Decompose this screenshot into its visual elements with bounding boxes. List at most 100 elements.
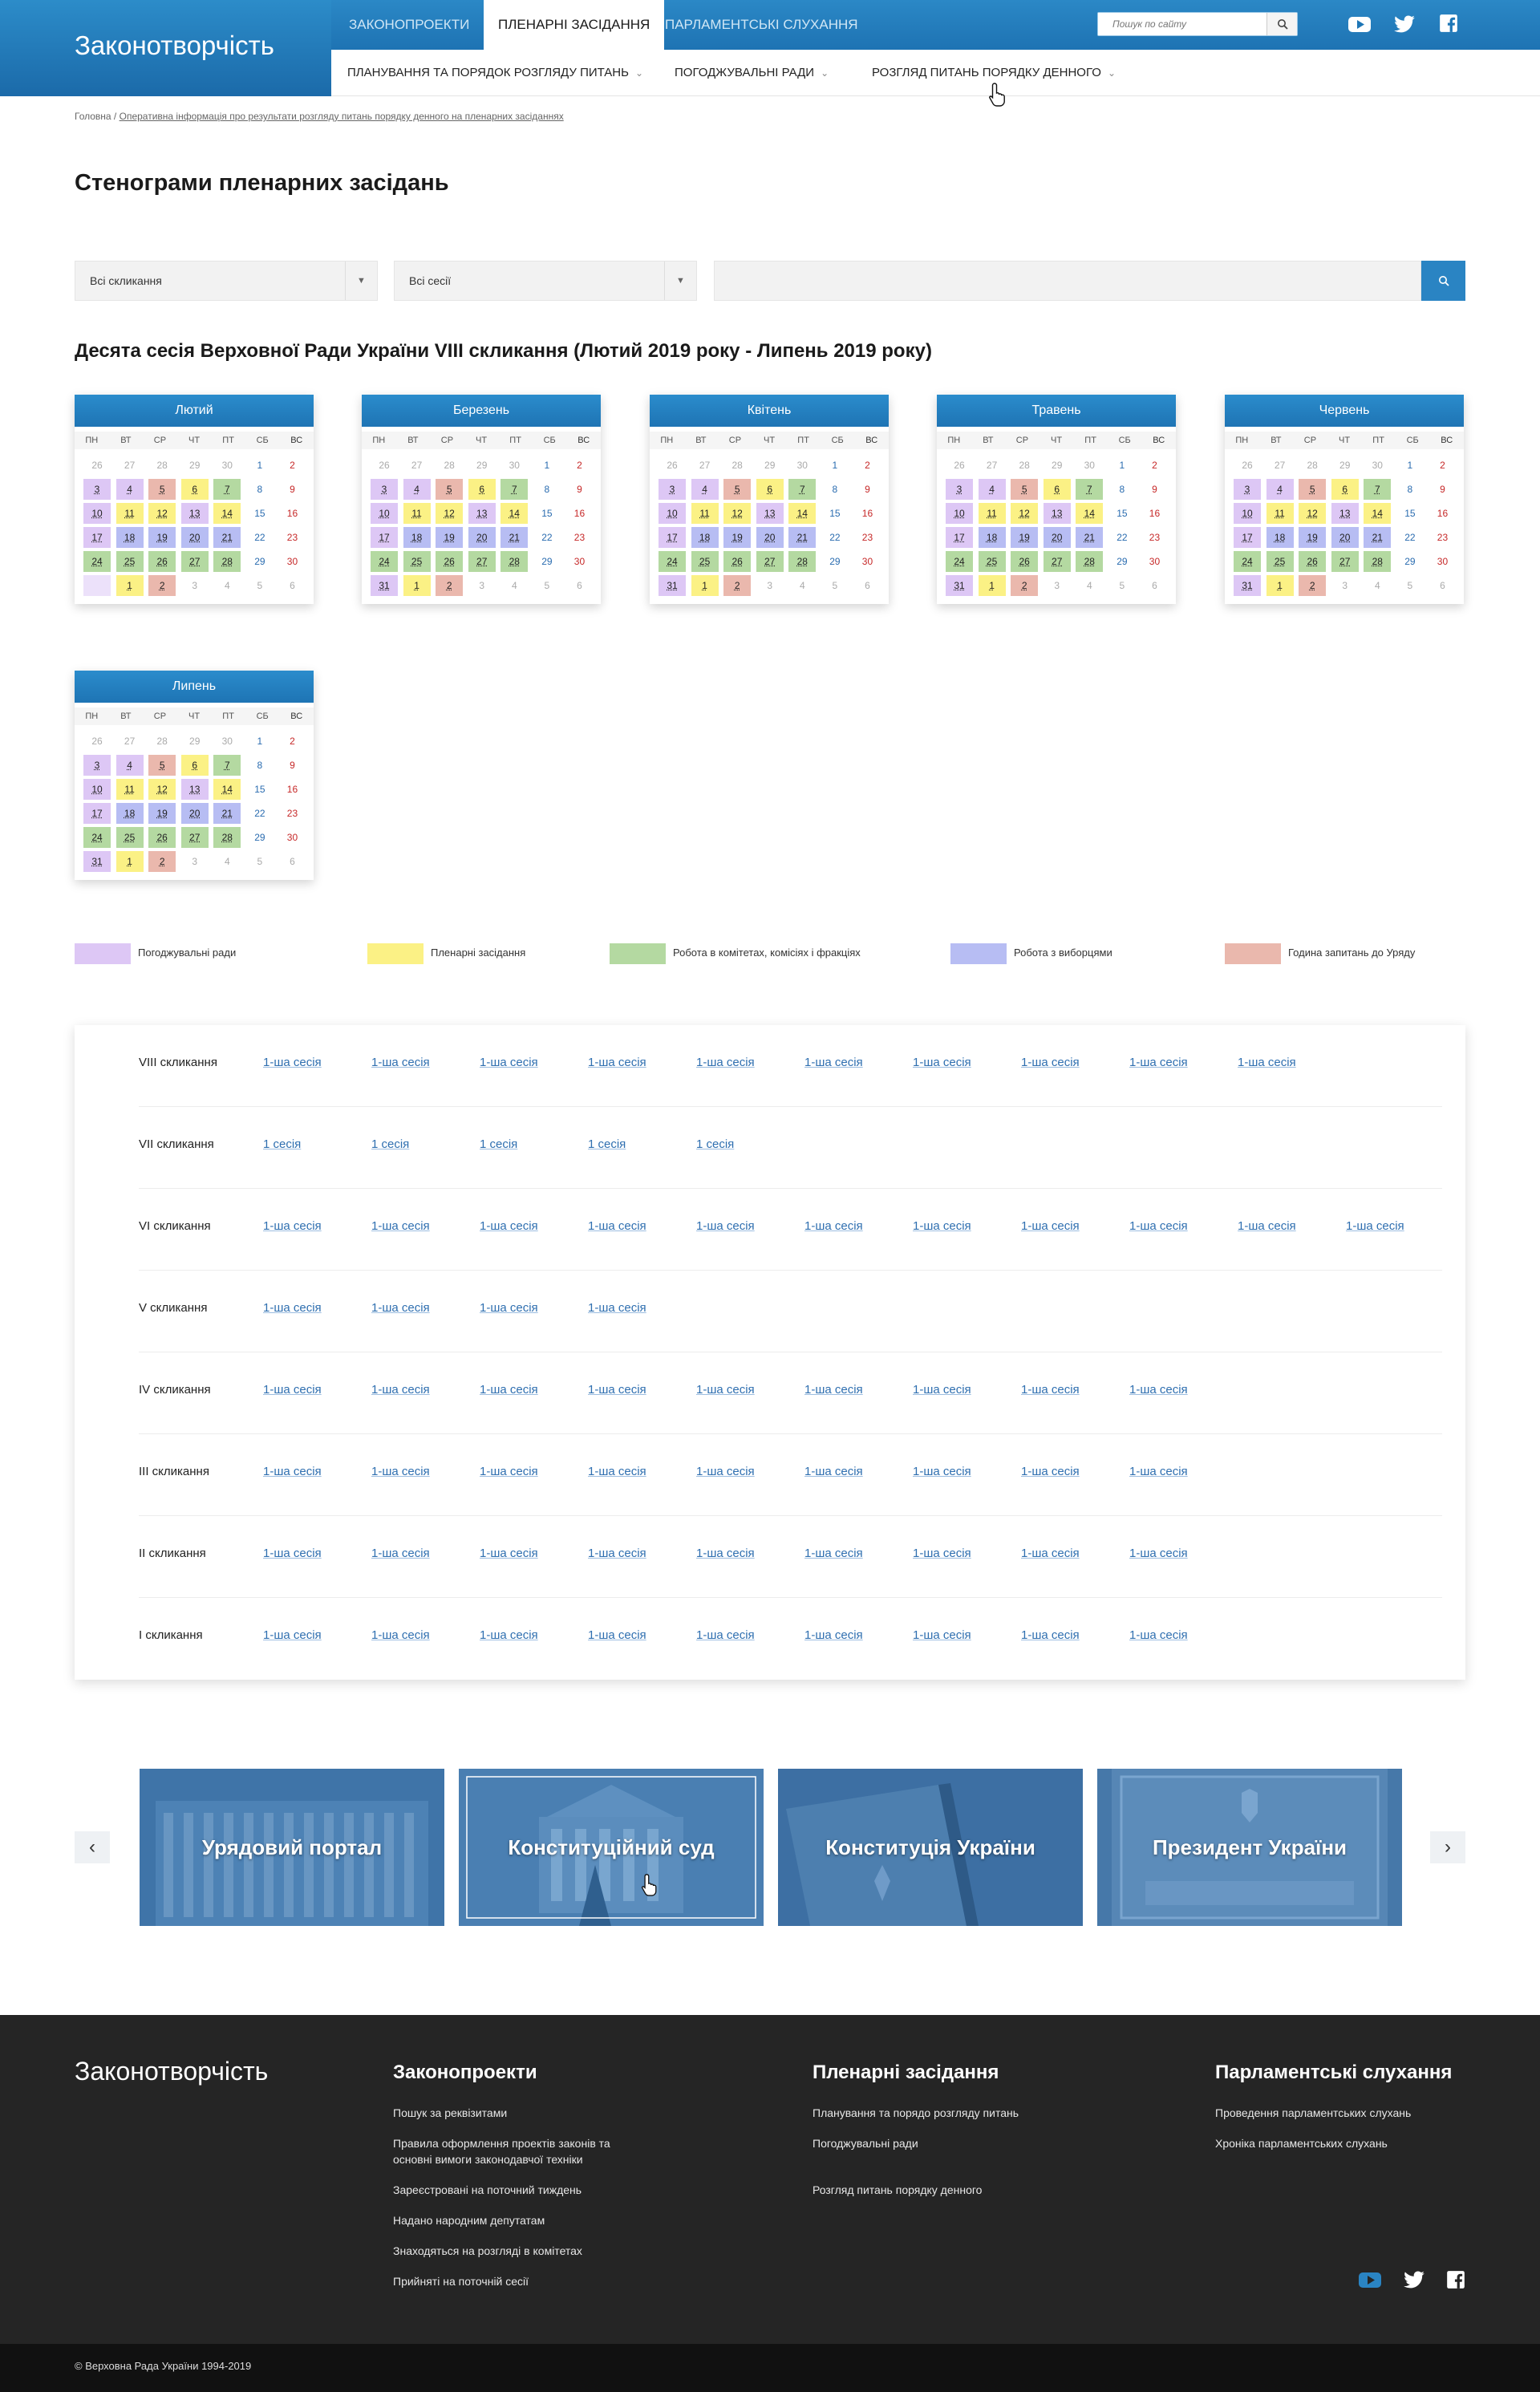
calendar-day[interactable]: 2 xyxy=(721,574,754,598)
calendar-day[interactable]: 11 xyxy=(689,501,722,525)
calendar-day[interactable]: 2 xyxy=(146,574,179,598)
calendar-day[interactable]: 10 xyxy=(1231,501,1264,525)
calendar-day[interactable]: 3 xyxy=(81,753,114,777)
calendar-day[interactable]: 13 xyxy=(754,501,787,525)
calendar-day[interactable]: 31 xyxy=(943,574,976,598)
session-link[interactable]: 1 сесія xyxy=(588,1137,626,1151)
session-link[interactable]: 1-ша сесія xyxy=(263,1547,322,1560)
session-link[interactable]: 1-ша сесія xyxy=(263,1465,322,1478)
calendar-day[interactable]: 6 xyxy=(1041,477,1074,501)
session-link[interactable]: 1-ша сесія xyxy=(588,1056,646,1069)
carousel-prev-button[interactable]: ‹ xyxy=(75,1831,110,1863)
youtube-icon[interactable] xyxy=(1357,2268,1383,2295)
calendar-day[interactable]: 11 xyxy=(976,501,1009,525)
session-link[interactable]: 1-ша сесія xyxy=(696,1628,755,1642)
carousel-card-constitutional-court[interactable]: Конституційний суд xyxy=(459,1769,764,1926)
calendar-day[interactable]: 4 xyxy=(114,477,147,501)
session-link[interactable]: 1-ша сесія xyxy=(1129,1056,1188,1069)
calendar-day[interactable]: 11 xyxy=(401,501,434,525)
calendar-day[interactable]: 27 xyxy=(1329,549,1362,574)
calendar-day[interactable]: 26 xyxy=(721,549,754,574)
calendar-day[interactable]: 7 xyxy=(211,477,244,501)
calendar-day[interactable]: 7 xyxy=(1073,477,1106,501)
session-link[interactable]: 1-ша сесія xyxy=(696,1465,755,1478)
calendar-day[interactable]: 20 xyxy=(1329,525,1362,549)
session-link[interactable]: 1 сесія xyxy=(480,1137,517,1151)
calendar-day[interactable]: 13 xyxy=(179,501,212,525)
calendar-day[interactable]: 18 xyxy=(401,525,434,549)
session-link[interactable]: 1-ша сесія xyxy=(696,1547,755,1560)
calendar-day[interactable]: 17 xyxy=(368,525,401,549)
calendar-day[interactable]: 28 xyxy=(1361,549,1394,574)
session-link[interactable]: 1 сесія xyxy=(696,1137,734,1151)
footer-link[interactable]: Правила оформлення проектів законів та о… xyxy=(393,2135,634,2167)
calendar-day[interactable]: 2 xyxy=(146,849,179,874)
calendar-day[interactable]: 31 xyxy=(81,849,114,874)
session-link[interactable]: 1-ша сесія xyxy=(1129,1219,1188,1233)
session-link[interactable]: 1-ша сесія xyxy=(1021,1056,1080,1069)
calendar-day[interactable]: 28 xyxy=(786,549,819,574)
calendar-day[interactable]: 12 xyxy=(1296,501,1329,525)
session-link[interactable]: 1-ша сесія xyxy=(1021,1628,1080,1642)
calendar-day[interactable]: 4 xyxy=(976,477,1009,501)
calendar-day[interactable]: 7 xyxy=(498,477,531,501)
session-link[interactable]: 1-ша сесія xyxy=(371,1383,430,1397)
calendar-day[interactable]: 17 xyxy=(656,525,689,549)
calendar-day[interactable]: 24 xyxy=(368,549,401,574)
calendar-day[interactable]: 27 xyxy=(754,549,787,574)
footer-link[interactable]: Зареєстровані на поточний тиждень xyxy=(393,2182,634,2198)
calendar-day[interactable]: 12 xyxy=(146,777,179,801)
calendar-day[interactable]: 1 xyxy=(114,574,147,598)
session-link[interactable]: 1-ша сесія xyxy=(588,1628,646,1642)
session-link[interactable]: 1-ша сесія xyxy=(371,1628,430,1642)
calendar-day[interactable]: 11 xyxy=(1264,501,1297,525)
calendar-day[interactable]: 17 xyxy=(943,525,976,549)
calendar-day[interactable]: 24 xyxy=(943,549,976,574)
facebook-icon[interactable] xyxy=(1445,2269,1466,2294)
session-link[interactable]: 1-ша сесія xyxy=(1129,1547,1188,1560)
session-link[interactable]: 1-ша сесія xyxy=(588,1383,646,1397)
calendar-day[interactable]: 19 xyxy=(1296,525,1329,549)
calendar-day[interactable]: 27 xyxy=(179,549,212,574)
calendar-day[interactable]: 24 xyxy=(1231,549,1264,574)
transcript-search-input[interactable] xyxy=(714,261,1421,301)
session-link[interactable]: 1-ша сесія xyxy=(804,1056,863,1069)
calendar-day[interactable]: 3 xyxy=(81,477,114,501)
calendar-day[interactable]: 13 xyxy=(1041,501,1074,525)
calendar-day[interactable]: 19 xyxy=(1008,525,1041,549)
twitter-icon[interactable] xyxy=(1403,2268,1425,2295)
twitter-icon[interactable] xyxy=(1392,13,1416,35)
calendar-day[interactable]: 20 xyxy=(754,525,787,549)
tab-parliamentary-hearings[interactable]: Парламентські слухання xyxy=(665,0,858,50)
session-link[interactable]: 1-ша сесія xyxy=(804,1628,863,1642)
footer-link[interactable]: Надано народним депутатам xyxy=(393,2212,634,2228)
footer-link[interactable]: Хроніка парламентських слухань xyxy=(1215,2135,1480,2151)
calendar-day[interactable]: 31 xyxy=(1231,574,1264,598)
calendar-day[interactable]: 6 xyxy=(1329,477,1362,501)
calendar-day[interactable]: 5 xyxy=(433,477,466,501)
calendar-day[interactable]: 14 xyxy=(498,501,531,525)
session-link[interactable]: 1-ша сесія xyxy=(588,1465,646,1478)
session-link[interactable]: 1-ша сесія xyxy=(263,1056,322,1069)
site-brand[interactable]: Законотворчість xyxy=(0,0,331,96)
calendar-day[interactable]: 20 xyxy=(1041,525,1074,549)
session-link[interactable]: 1-ша сесія xyxy=(804,1547,863,1560)
session-link[interactable]: 1-ша сесія xyxy=(1021,1219,1080,1233)
carousel-card-constitution[interactable]: Конституція України xyxy=(778,1769,1083,1926)
calendar-day[interactable]: 26 xyxy=(146,825,179,849)
footer-link[interactable]: Розгляд питань порядку денного xyxy=(813,2182,1053,2198)
footer-brand[interactable]: Законотворчість xyxy=(75,2057,268,2086)
calendar-day[interactable]: 11 xyxy=(114,777,147,801)
calendar-day[interactable]: 26 xyxy=(1296,549,1329,574)
tab-plenary-sessions[interactable]: Пленарні засідання xyxy=(484,0,665,50)
footer-link[interactable]: Пошук за реквізитами xyxy=(393,2105,634,2121)
session-link[interactable]: 1 сесія xyxy=(371,1137,409,1151)
calendar-day[interactable]: 21 xyxy=(211,525,244,549)
calendar-day[interactable]: 26 xyxy=(433,549,466,574)
calendar-day[interactable]: 19 xyxy=(433,525,466,549)
calendar-day[interactable]: 17 xyxy=(81,525,114,549)
calendar-day[interactable]: 7 xyxy=(1361,477,1394,501)
session-link[interactable]: 1-ша сесія xyxy=(1238,1056,1296,1069)
calendar-day[interactable]: 24 xyxy=(81,825,114,849)
calendar-day[interactable]: 7 xyxy=(211,753,244,777)
